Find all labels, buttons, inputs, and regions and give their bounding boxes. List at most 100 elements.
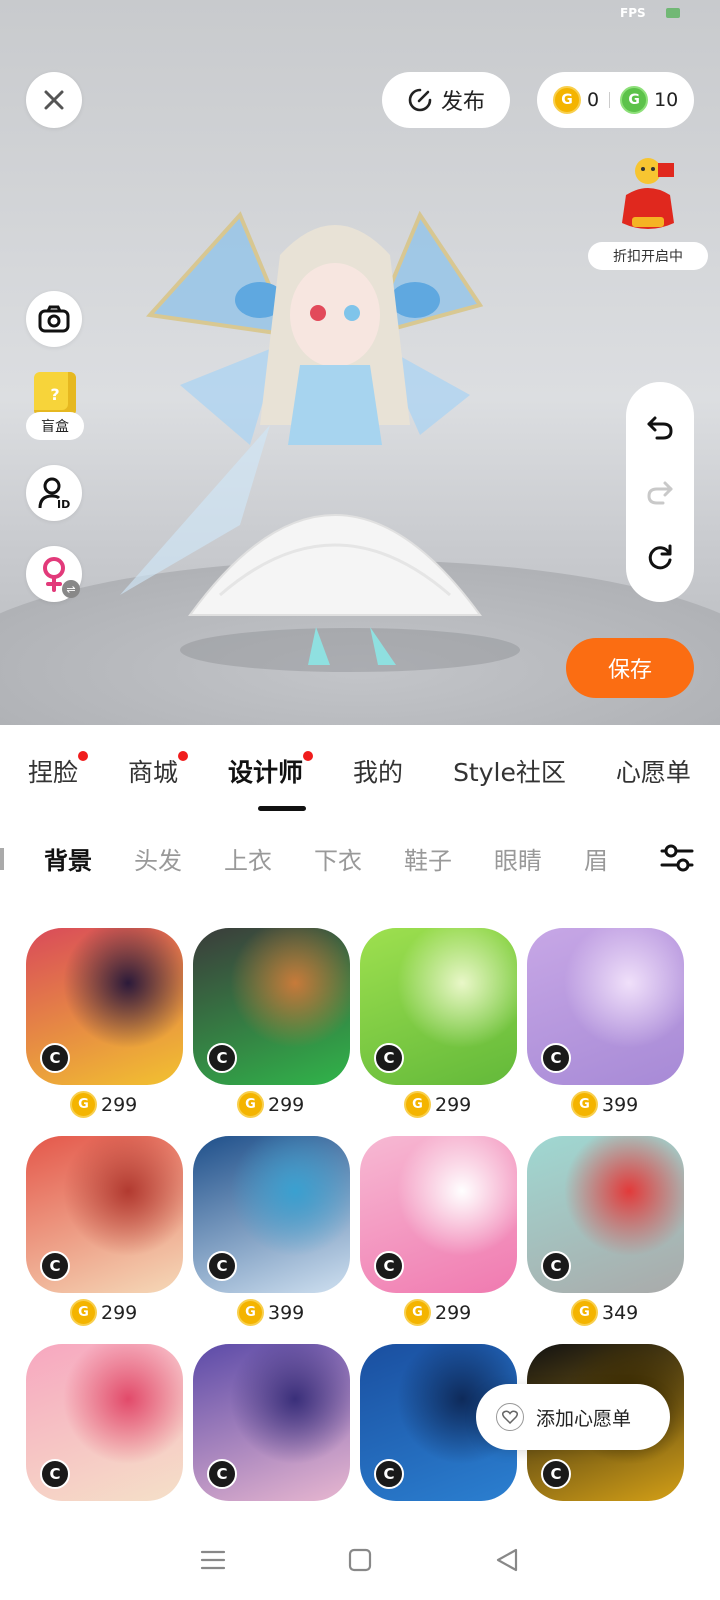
notification-dot: [78, 751, 89, 761]
category-bottom[interactable]: 下衣: [314, 841, 362, 876]
price-value: 299: [101, 1301, 138, 1324]
tab-style-community[interactable]: Style社区: [453, 753, 566, 789]
item-card-bamboo-panda-background[interactable]: C G 299: [360, 928, 517, 1118]
category-hair[interactable]: 头发: [134, 841, 182, 876]
price-value: 299: [101, 1093, 138, 1116]
item-price: G 399: [237, 1299, 304, 1326]
creator-badge-icon: C: [374, 1459, 404, 1489]
price-value: 349: [602, 1301, 639, 1324]
currency-divider: [609, 92, 611, 108]
price-value: 299: [435, 1093, 472, 1116]
system-nav-bar: [0, 1520, 720, 1600]
item-card-plant-pipe-background[interactable]: C G 299: [193, 928, 350, 1118]
item-thumbnail[interactable]: C: [360, 1136, 517, 1293]
creator-badge-icon: C: [40, 1251, 70, 1281]
item-card-purple-bunny-room[interactable]: C G 399: [527, 928, 684, 1118]
tab-label: 设计师: [228, 758, 304, 787]
close-icon: [44, 90, 64, 110]
item-card-birthday-cake[interactable]: C: [26, 1344, 183, 1534]
category-tab-bar: 背景 头发 上衣 下衣 鞋子 眼睛 眉: [0, 828, 720, 888]
gold-coin-icon: G: [70, 1091, 97, 1118]
category-eyebrows[interactable]: 眉: [584, 841, 608, 876]
creator-badge-icon: C: [207, 1043, 237, 1073]
gold-coin-count: 0: [587, 89, 600, 111]
gold-coin-icon: G: [571, 1091, 598, 1118]
category-background[interactable]: 背景: [44, 841, 92, 876]
publish-icon: [408, 88, 432, 112]
heart-icon: [496, 1403, 524, 1431]
item-price: G 299: [237, 1091, 304, 1118]
price-value: 299: [268, 1093, 305, 1116]
history-controls: [626, 382, 694, 602]
back-icon[interactable]: [492, 1545, 522, 1575]
item-thumbnail[interactable]: C: [26, 1344, 183, 1501]
menu-icon[interactable]: [198, 1545, 228, 1575]
gold-coin-icon: G: [404, 1299, 431, 1326]
item-thumbnail[interactable]: C: [26, 1136, 183, 1293]
category-top[interactable]: 上衣: [224, 841, 272, 876]
publish-button[interactable]: 发布: [382, 72, 510, 128]
category-eyes[interactable]: 眼睛: [494, 841, 542, 876]
tab-store[interactable]: 商城: [128, 751, 189, 789]
filter-button[interactable]: [634, 828, 720, 888]
item-card-pink-paw-room[interactable]: C G 299: [360, 1136, 517, 1326]
fps-indicator: [666, 8, 680, 18]
undo-icon[interactable]: [645, 412, 675, 442]
currency-balance[interactable]: G 0 G 10: [537, 72, 694, 128]
main-tab-bar: 捏脸 商城 设计师 我的 Style社区 心愿单: [0, 725, 720, 817]
gold-coin-icon: G: [571, 1299, 598, 1326]
price-value: 399: [268, 1301, 305, 1324]
item-card-ocean-shell-stage[interactable]: C G 399: [193, 1136, 350, 1326]
item-price: G 299: [70, 1091, 137, 1118]
blind-box-button[interactable]: ? 盲盒: [26, 372, 84, 442]
tab-label: 我的: [353, 758, 404, 787]
discount-promo[interactable]: 折扣开启中: [588, 155, 708, 270]
item-thumbnail[interactable]: C: [193, 1136, 350, 1293]
camera-icon: [38, 305, 70, 333]
gender-switch-button[interactable]: ⇌: [26, 546, 82, 602]
creator-badge-icon: C: [541, 1043, 571, 1073]
item-thumbnail[interactable]: C: [360, 928, 517, 1085]
price-value: 399: [602, 1093, 639, 1116]
save-button[interactable]: 保存: [566, 638, 694, 698]
profile-id-button[interactable]: ID: [26, 465, 82, 521]
user-id-icon: ID: [38, 477, 70, 510]
avatar-figure[interactable]: [120, 195, 540, 695]
tab-label: Style社区: [453, 758, 566, 787]
gold-coin-icon: G: [404, 1091, 431, 1118]
item-card-arcade-background[interactable]: C G 299: [26, 928, 183, 1118]
gold-coin-icon: G: [237, 1299, 264, 1326]
item-thumbnail[interactable]: C: [193, 1344, 350, 1501]
promo-label: 折扣开启中: [588, 242, 708, 270]
tab-face-edit[interactable]: 捏脸: [28, 751, 89, 789]
gold-coin-icon: G: [553, 86, 581, 114]
camera-button[interactable]: [26, 291, 82, 347]
gold-coin-icon: G: [237, 1091, 264, 1118]
item-thumbnail[interactable]: C: [26, 928, 183, 1085]
tab-mine[interactable]: 我的: [353, 753, 403, 789]
item-thumbnail[interactable]: C: [527, 928, 684, 1085]
item-card-strawberry-shop[interactable]: C G 299: [26, 1136, 183, 1326]
add-to-wishlist-popup[interactable]: 添加心愿单: [476, 1384, 670, 1450]
item-card-castle-background[interactable]: C G 349: [527, 1136, 684, 1326]
notification-dot: [178, 751, 189, 761]
green-coin-icon: G: [620, 86, 649, 114]
notification-dot: [303, 751, 314, 761]
creator-badge-icon: C: [374, 1251, 404, 1281]
close-button[interactable]: [26, 72, 82, 128]
redo-icon[interactable]: [645, 477, 675, 507]
item-price: G 399: [571, 1091, 638, 1118]
tab-wishlist[interactable]: 心愿单: [616, 753, 691, 789]
green-coin-count: 10: [654, 89, 679, 111]
item-thumbnail[interactable]: C: [193, 928, 350, 1085]
reset-icon[interactable]: [645, 542, 675, 572]
category-shoes[interactable]: 鞋子: [404, 841, 452, 876]
item-card-purple-storefront[interactable]: C: [193, 1344, 350, 1534]
item-thumbnail[interactable]: C: [527, 1136, 684, 1293]
home-icon[interactable]: [345, 1545, 375, 1575]
swap-icon: ⇌: [62, 580, 80, 598]
creator-badge-icon: C: [40, 1459, 70, 1489]
tab-designer[interactable]: 设计师: [228, 751, 314, 789]
active-tab-indicator: [258, 806, 306, 811]
wishlist-popup-label: 添加心愿单: [536, 1407, 632, 1430]
